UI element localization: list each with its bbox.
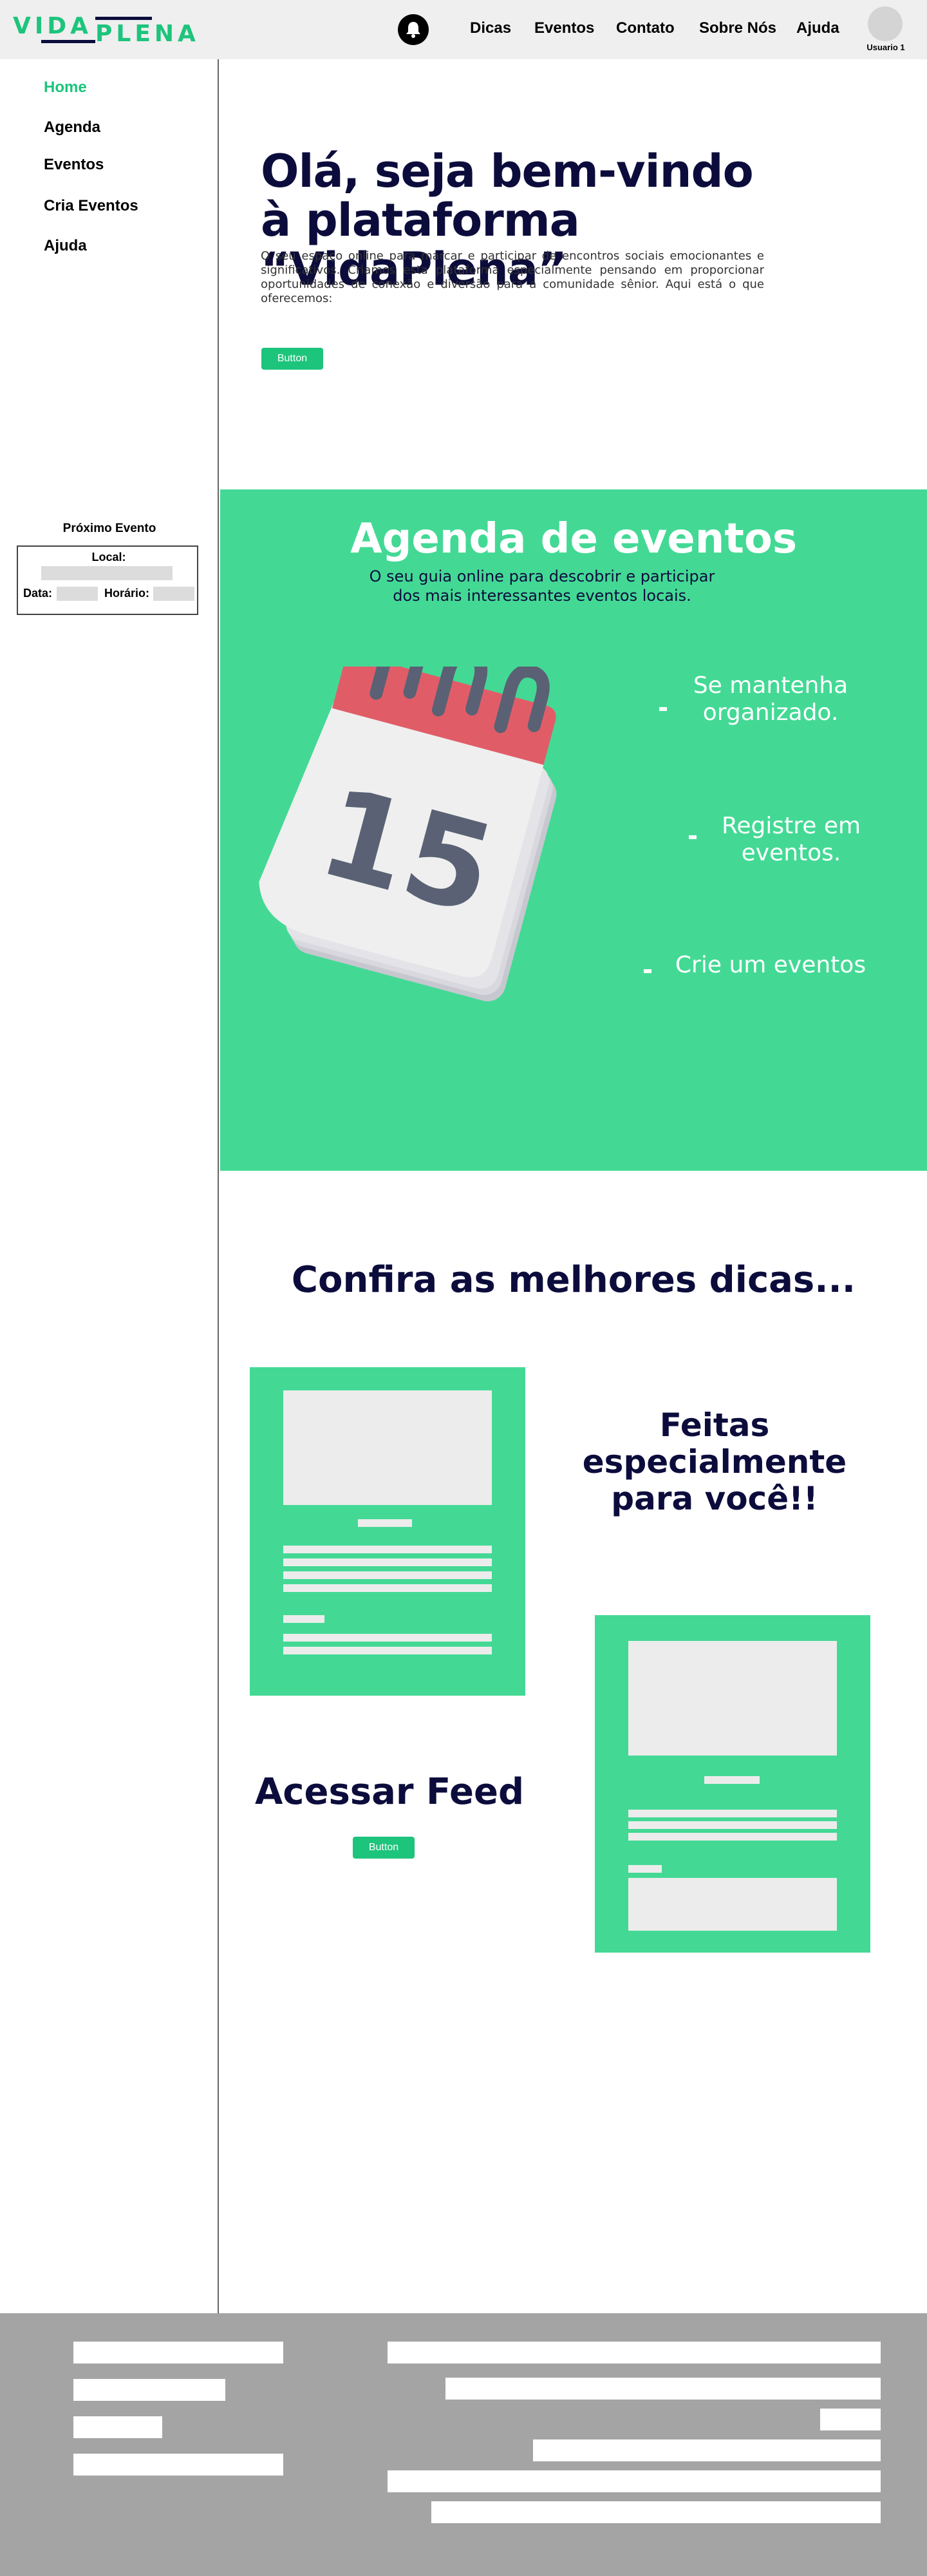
logo[interactable]: VIDA PLENA	[13, 12, 200, 50]
next-event-local-label: Local:	[91, 551, 126, 564]
tip-card-title	[704, 1776, 760, 1784]
feed-button[interactable]: Button	[353, 1837, 415, 1859]
tip-card-image	[283, 1390, 492, 1505]
user-name: Usuario 1	[866, 43, 905, 52]
next-event-time-value	[153, 587, 194, 601]
agenda-title: Agenda de eventos	[350, 515, 797, 563]
top-header: VIDA PLENA Dicas Eventos Contato Sobre N…	[0, 0, 927, 59]
next-event-date-label: Data:	[23, 587, 53, 600]
feature-create: Crie um eventos	[675, 952, 866, 978]
footer-text	[431, 2501, 881, 2523]
nav-eventos[interactable]: Eventos	[534, 19, 594, 37]
tip-card-1[interactable]	[250, 1367, 525, 1696]
footer	[0, 2313, 927, 2576]
next-event-time-label: Horário:	[104, 587, 150, 600]
footer-link[interactable]	[73, 2454, 283, 2476]
hero-description: O seu espaço online para marcar e partic…	[261, 249, 764, 305]
footer-link[interactable]	[73, 2416, 162, 2438]
sidebar-item-cria-eventos[interactable]: Cria Eventos	[44, 197, 138, 215]
tip-card-label	[283, 1615, 324, 1623]
tip-card-label	[628, 1865, 662, 1873]
next-event-date-value	[57, 587, 98, 601]
sidebar: Home Agenda Eventos Cria Eventos Ajuda P…	[0, 59, 219, 2313]
feature-organize: Se mantenha organizado.	[693, 672, 848, 726]
feature-register: Registre em eventos.	[721, 813, 861, 866]
tip-card-2[interactable]	[595, 1615, 870, 1953]
footer-text	[820, 2409, 881, 2430]
logo-overline	[95, 17, 152, 20]
footer-text	[445, 2378, 881, 2400]
next-event-card[interactable]: Local: Data: Horário:	[17, 545, 198, 615]
footer-text	[388, 2470, 881, 2492]
footer-text	[388, 2342, 881, 2363]
nav-sobre-nos[interactable]: Sobre Nós	[699, 19, 776, 37]
tip-card-line	[283, 1571, 492, 1579]
tip-card-line	[628, 1810, 837, 1817]
special-heading: Feitas especialmente para você!!	[582, 1406, 847, 1517]
tip-card-block	[628, 1878, 837, 1931]
user-avatar[interactable]	[868, 6, 903, 41]
tip-card-line	[283, 1647, 492, 1654]
sidebar-item-ajuda[interactable]: Ajuda	[44, 237, 87, 255]
bullet-icon	[689, 835, 697, 839]
logo-underline	[41, 40, 95, 43]
tip-card-title	[358, 1519, 412, 1527]
footer-text	[533, 2439, 881, 2461]
tip-card-line	[283, 1558, 492, 1566]
logo-plena: PLENA	[95, 21, 200, 47]
sidebar-item-home[interactable]: Home	[44, 79, 87, 97]
calendar-illustration: 15	[259, 667, 557, 1001]
tip-card-line	[283, 1546, 492, 1553]
tips-title: Confira as melhores dicas...	[291, 1259, 856, 1301]
tip-card-line	[628, 1821, 837, 1829]
next-event-local-value	[41, 566, 173, 580]
logo-vida: VIDA	[13, 13, 92, 39]
footer-link[interactable]	[73, 2379, 225, 2401]
footer-link[interactable]	[73, 2342, 283, 2363]
sidebar-item-agenda[interactable]: Agenda	[44, 118, 100, 137]
nav-contato[interactable]: Contato	[616, 19, 675, 37]
bullet-icon	[659, 707, 667, 711]
tip-card-line	[283, 1584, 492, 1592]
feed-title: Acessar Feed	[254, 1771, 525, 1813]
notification-bell-icon[interactable]	[398, 14, 429, 45]
tip-card-image	[628, 1641, 837, 1756]
agenda-section: Agenda de eventos O seu guia online para…	[220, 489, 927, 1171]
next-event-title: Próximo Evento	[62, 522, 156, 535]
nav-dicas[interactable]: Dicas	[470, 19, 511, 37]
hero-button[interactable]: Button	[261, 348, 323, 370]
nav-ajuda[interactable]: Ajuda	[796, 19, 839, 37]
sidebar-item-eventos[interactable]: Eventos	[44, 156, 104, 174]
tip-card-line	[628, 1833, 837, 1841]
agenda-subtitle: O seu guia online para descobrir e parti…	[369, 567, 715, 605]
tip-card-line	[283, 1634, 492, 1642]
bullet-icon	[644, 969, 651, 973]
